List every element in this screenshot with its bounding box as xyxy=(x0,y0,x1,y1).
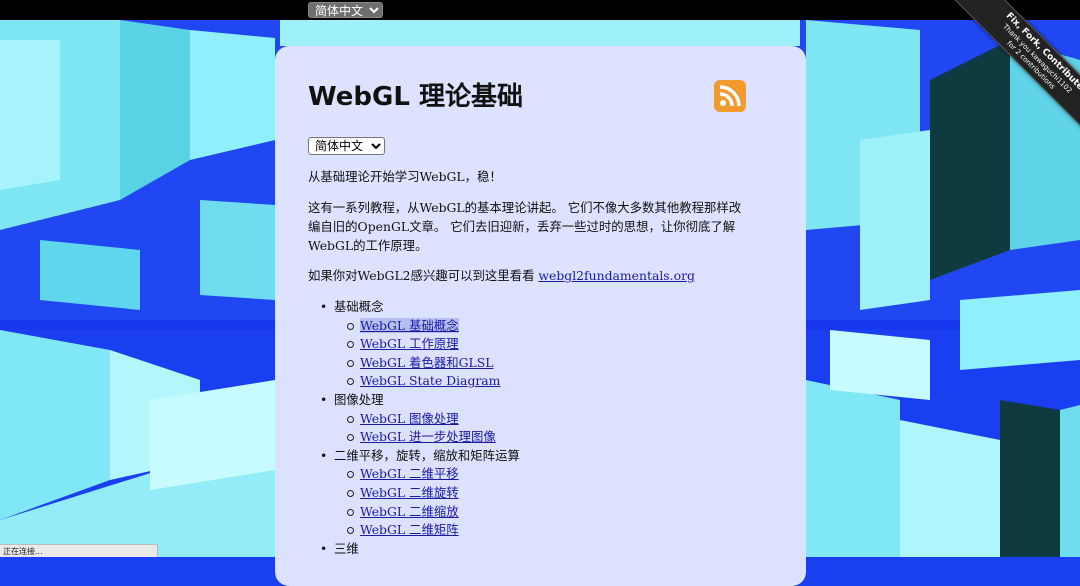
toc-section-2d: 二维平移，旋转，缩放和矩阵运算 WebGL 二维平移 WebGL 二维旋转 We… xyxy=(320,447,520,540)
toc-link-how-it-works[interactable]: WebGL 工作原理 xyxy=(360,336,459,351)
toc-section-basics: 基础概念 WebGL 基础概念 WebGL 工作原理 WebGL 着色器和GLS… xyxy=(320,298,520,391)
github-ribbon[interactable]: Fix, Fork, Contribute Thank you kawaguch… xyxy=(930,0,1080,150)
webgl2-prefix-text: 如果你对WebGL2感兴趣可以到这里看看 xyxy=(308,268,539,283)
intro-text: 从基础理论开始学习WebGL，稳！ xyxy=(308,169,502,184)
toc-item: WebGL 工作原理 xyxy=(346,335,520,354)
rss-icon xyxy=(719,85,741,107)
page-title: WebGL 理论基础 xyxy=(308,82,523,112)
toc-item: WebGL 基础概念 xyxy=(346,317,520,336)
toc-item: WebGL 进一步处理图像 xyxy=(346,428,520,447)
toc-link-2d-scale[interactable]: WebGL 二维缩放 xyxy=(360,504,459,519)
toc-section-title: 二维平移，旋转，缩放和矩阵运算 xyxy=(334,447,520,463)
top-bar: 简体中文 xyxy=(0,0,1080,20)
toc-item: WebGL 二维旋转 xyxy=(346,484,520,503)
content-card: WebGL 理论基础 简体中文 从基础理论开始学习WebGL，稳！ 这有一系列教… xyxy=(275,46,806,586)
toc-section-title: 基础概念 xyxy=(334,299,384,314)
webgl2-link[interactable]: webgl2fundamentals.org xyxy=(538,268,695,283)
toc-section-title: 图像处理 xyxy=(334,391,384,407)
toc-item: WebGL State Diagram xyxy=(346,372,520,391)
toc-item: WebGL 二维矩阵 xyxy=(346,521,520,540)
toc-link-shaders-glsl[interactable]: WebGL 着色器和GLSL xyxy=(360,355,493,370)
toc-link-2d-translation[interactable]: WebGL 二维平移 xyxy=(360,466,459,481)
toc-section-image-processing: 图像处理 WebGL 图像处理 WebGL 进一步处理图像 xyxy=(320,391,520,447)
toc-section-title: 三维 xyxy=(334,540,359,556)
toc-link-image-processing-continued[interactable]: WebGL 进一步处理图像 xyxy=(360,429,496,444)
description-text: 这有一系列教程，从WebGL的基本理论讲起。 它们不像大多数其他教程那样改编自旧… xyxy=(308,200,742,253)
toc-link-state-diagram[interactable]: WebGL State Diagram xyxy=(360,373,500,388)
toc-item: WebGL 着色器和GLSL xyxy=(346,354,520,373)
table-of-contents: 基础概念 WebGL 基础概念 WebGL 工作原理 WebGL 着色器和GLS… xyxy=(320,298,520,558)
language-select[interactable]: 简体中文 xyxy=(308,137,385,155)
status-bar: 正在连接... xyxy=(0,544,158,557)
toc-item: WebGL 二维缩放 xyxy=(346,503,520,522)
toc-link-image-processing[interactable]: WebGL 图像处理 xyxy=(360,411,459,426)
toc-link-webgl-fundamentals[interactable]: WebGL 基础概念 xyxy=(360,317,459,333)
top-language-select[interactable]: 简体中文 xyxy=(308,2,383,18)
toc-section-3d: 三维 xyxy=(320,540,520,559)
toc-link-2d-matrices[interactable]: WebGL 二维矩阵 xyxy=(360,522,459,537)
toc-item: WebGL 图像处理 xyxy=(346,410,520,429)
toc-link-2d-rotation[interactable]: WebGL 二维旋转 xyxy=(360,485,459,500)
rss-feed-link[interactable] xyxy=(714,80,746,112)
toc-item: WebGL 二维平移 xyxy=(346,465,520,484)
github-ribbon-banner[interactable]: Fix, Fork, Contribute Thank you kawaguch… xyxy=(947,0,1080,149)
webgl2-paragraph: 如果你对WebGL2感兴趣可以到这里看看 webgl2fundamentals.… xyxy=(308,266,753,285)
